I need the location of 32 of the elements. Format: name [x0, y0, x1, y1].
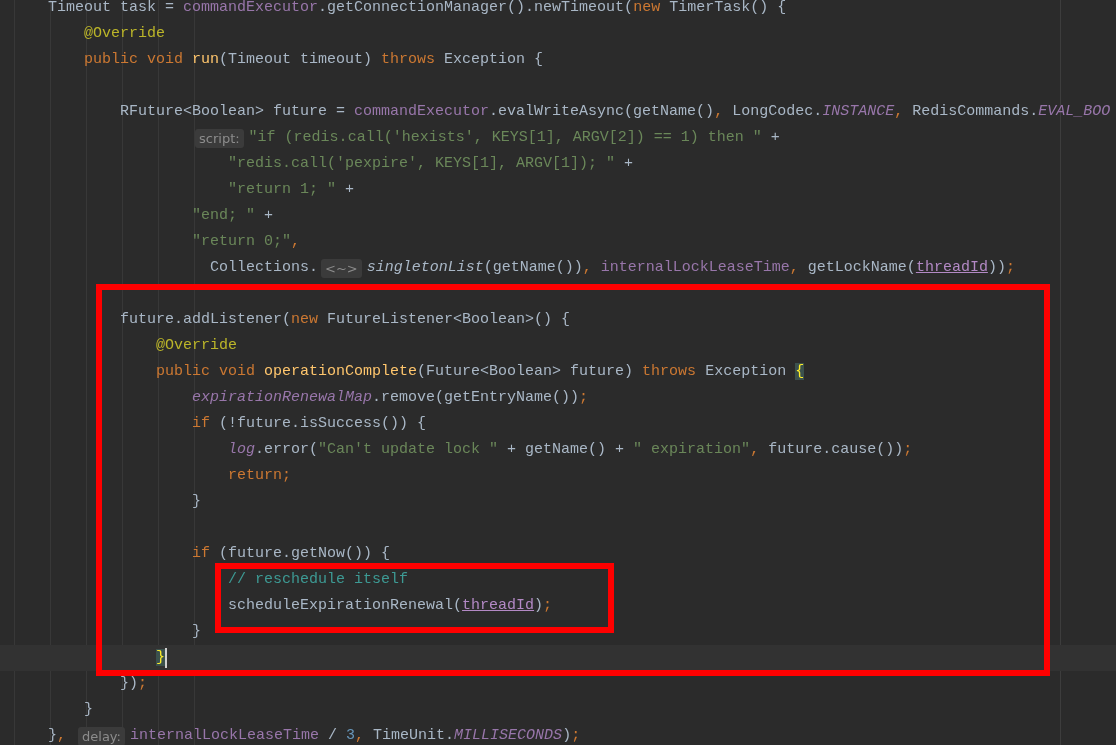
code-text: @Override [156, 337, 237, 355]
code-text: future.addListener(new FutureListener<Boolean>() { [120, 311, 571, 329]
code-text: if (!future.isSuccess()) { [192, 415, 427, 433]
code-text: "if (redis.call('hexists', KEYS[1], ARGV[2]) == 1) then " + [248, 129, 780, 147]
code-text: "end; " + [192, 207, 274, 225]
code-text: }, [48, 727, 68, 745]
code-text: return; [228, 467, 291, 485]
code-text: public void run(Timeout timeout) throws Exception { [84, 51, 544, 69]
code-text: "return 0;", [192, 233, 301, 251]
code-text: } [192, 623, 201, 641]
parameter-hint: script: [195, 128, 244, 148]
code-text: "return 1; " + [228, 181, 355, 199]
text-cursor [165, 648, 167, 668]
code-text: Collections. [210, 259, 319, 277]
code-text: }); [120, 675, 148, 693]
code-text: // reschedule itself [228, 571, 409, 589]
code-text: } [192, 493, 201, 511]
parameter-hint: <~> [321, 258, 362, 278]
code-text: expirationRenewalMap.remove(getEntryName()); [192, 389, 589, 407]
code-text: } [156, 649, 165, 667]
code-text: public void operationComplete(Future<Boolean> future) throws Exception { [156, 363, 805, 381]
code-text: if (future.getNow()) { [192, 545, 391, 563]
code-text: internalLockLeaseTime / 3, TimeUnit.MILLISECONDS); [130, 727, 581, 745]
code-text: RFuture<Boolean> future = commandExecutor.evalWriteAsync(getName(), LongCodec.INSTANCE, RedisCommands.EVAL_BOO [120, 103, 1111, 121]
code-text: singletonList(getName()), internalLockLeaseTime, getLockName(threadId)); [366, 259, 1015, 277]
code-text: scheduleExpirationRenewal(threadId); [228, 597, 553, 615]
code-text: log.error("Can't update lock " + getName() + " expiration", future.cause()); [228, 441, 913, 459]
code-text: "redis.call('pexpire', KEYS[1], ARGV[1]); " + [228, 155, 634, 173]
code-text: } [84, 701, 93, 719]
code-text: Timeout task = commandExecutor.getConnectionManager().newTimeout(new TimerTask() { [48, 0, 787, 17]
code-text: @Override [84, 25, 165, 43]
parameter-hint: delay: [78, 726, 125, 745]
